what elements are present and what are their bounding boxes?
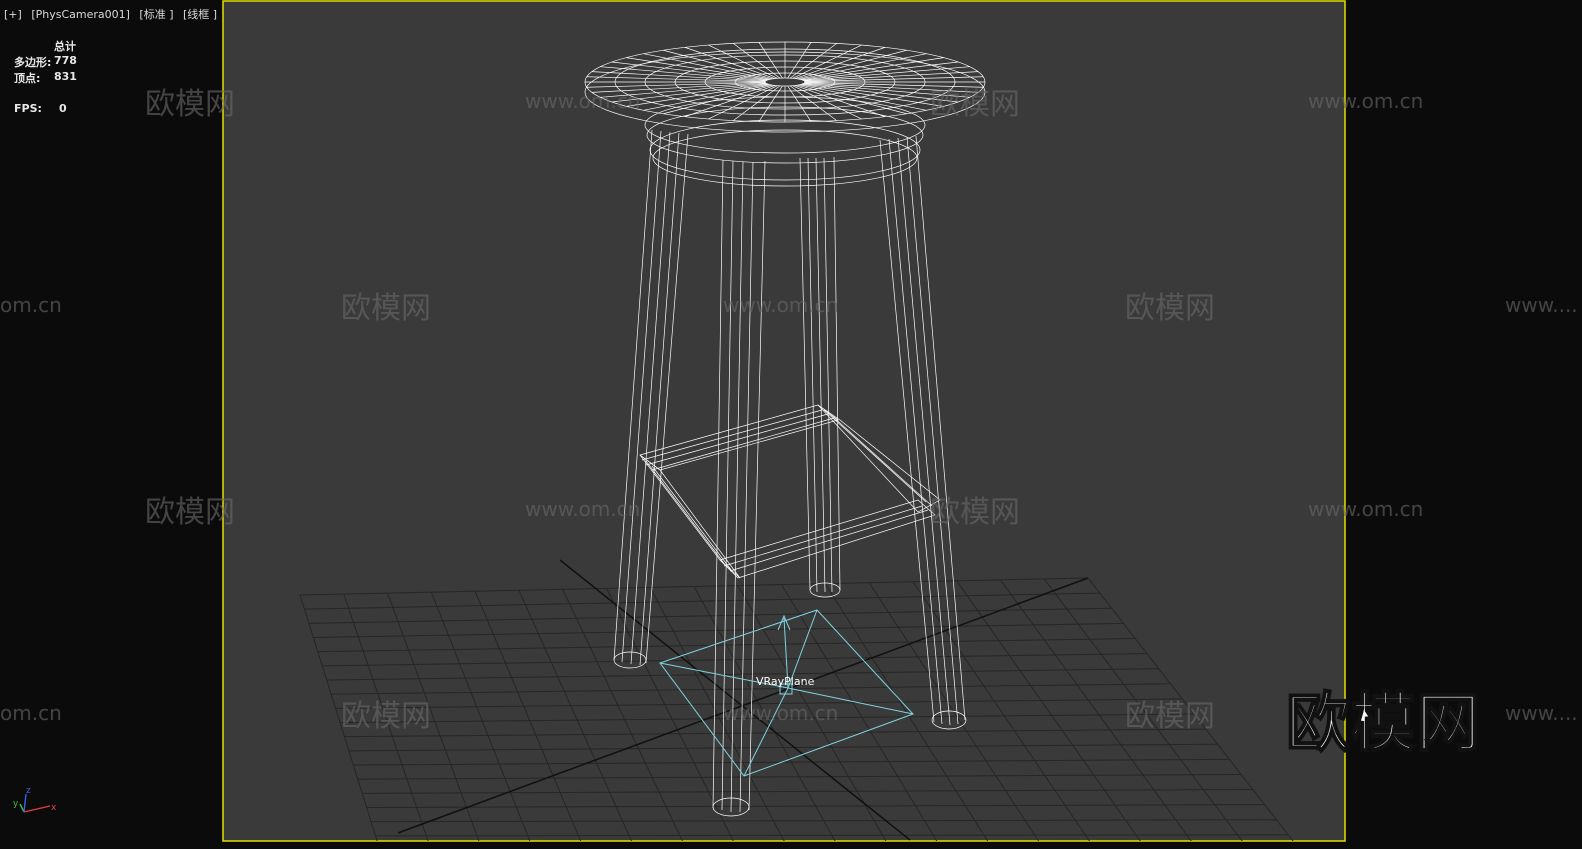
vrayplane-label: VRayPlane	[756, 675, 815, 688]
watermark-url: www.om.cn	[1308, 89, 1423, 113]
stats-polygons-value: 778	[54, 54, 77, 67]
viewport-camera-menu[interactable]: [PhysCamera001]	[31, 8, 130, 21]
watermark-logo: 欧模网	[930, 87, 1020, 122]
watermark-url-partial: www....	[1505, 293, 1578, 317]
watermark-url-partial: om.cn	[0, 701, 62, 725]
stats-fps-label: FPS:	[14, 102, 42, 115]
watermark-logo: 欧模网	[1125, 291, 1215, 326]
watermark-logo: 欧模网	[145, 495, 235, 530]
stats-vertices-label: 顶点:	[14, 72, 41, 85]
watermark-url: www.om.cn	[723, 293, 838, 317]
axis-gizmo-icon: x y z	[13, 786, 57, 813]
watermark-url: www.om.cn	[1308, 497, 1423, 521]
watermark-url-partial: www....	[1505, 701, 1578, 725]
watermark-url: www.om.cn	[723, 701, 838, 725]
stats-title: 总计	[54, 40, 76, 53]
watermark-url: www.om.cn	[525, 89, 640, 113]
watermark-url-partial: om.cn	[0, 293, 62, 317]
watermark-logo: 欧模网	[145, 87, 235, 122]
axis-z-label: z	[26, 786, 31, 796]
watermark-logo: 欧模网	[1125, 699, 1215, 734]
viewport-label-menu[interactable]: [+] [PhysCamera001] [标准 ] [线框 ]	[4, 6, 223, 22]
viewport-shading-menu[interactable]: [标准 ]	[139, 8, 173, 21]
watermark-logo: 欧模网	[930, 495, 1020, 530]
viewport-plus-menu[interactable]: [+]	[4, 8, 22, 21]
watermark-url: www.om.cn	[525, 497, 640, 521]
stats-vertices-value: 831	[54, 70, 77, 83]
watermark-logo: 欧模网	[341, 699, 431, 734]
watermark-logo: 欧模网	[341, 291, 431, 326]
axis-x-label: x	[51, 803, 57, 813]
axis-y-label: y	[13, 799, 19, 809]
logo-watermark: 欧模网	[1285, 686, 1481, 762]
stats-polygons-label: 多边形:	[14, 56, 52, 69]
viewport[interactable]: VRayPlane 欧模网 欧模网 欧模网 欧模网 欧模网 欧模网 欧模网 欧模…	[0, 0, 1582, 849]
viewport-display-menu[interactable]: [线框 ]	[183, 8, 217, 21]
stats-fps-value: 0	[59, 102, 67, 115]
